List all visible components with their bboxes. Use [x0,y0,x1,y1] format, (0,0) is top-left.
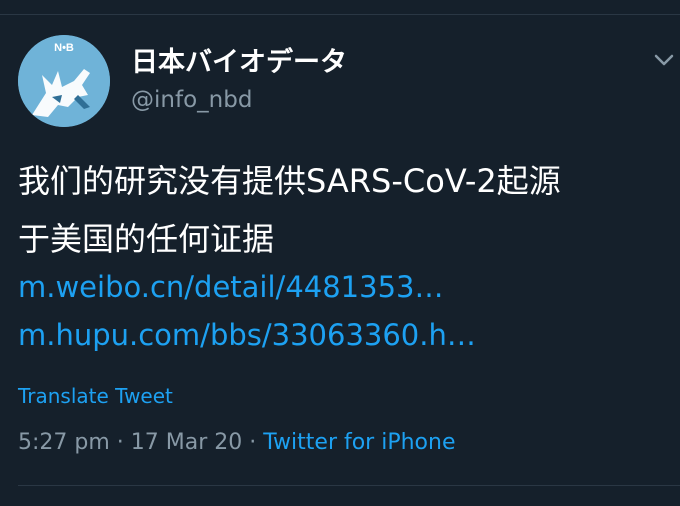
top-divider [0,14,680,15]
tweet-link-weibo[interactable]: m.weibo.cn/detail/4481353… [18,270,443,304]
meta-separator: · [242,430,264,455]
tweet-link-hupu[interactable]: m.hupu.com/bbs/33063360.h… [18,318,476,352]
avatar-text: N•B [54,42,74,54]
avatar[interactable]: N•B [18,35,110,127]
chevron-down-icon[interactable] [653,52,675,68]
bottom-divider [18,485,680,486]
tweet-text-line: 于美国的任何证据 [18,220,275,258]
translate-tweet-link[interactable]: Translate Tweet [18,384,173,408]
tweet-card: N•B 日本バイオデータ @info_nbd 我们的研究没有提供SARS-CoV… [0,0,680,506]
tweet-source-link[interactable]: Twitter for iPhone [263,430,455,455]
meta-separator: · [109,430,131,455]
tweet-date: 17 Mar 20 [130,430,243,455]
tweet-text-line: 我们的研究没有提供SARS-CoV-2起源 [18,162,561,200]
tweet-time: 5:27 pm [18,430,110,455]
handle[interactable]: @info_nbd [131,87,252,113]
tweet-text: 我们的研究没有提供SARS-CoV-2起源 于美国的任何证据 [18,152,668,268]
bird-logo-avatar-icon: N•B [18,35,110,127]
display-name[interactable]: 日本バイオデータ [131,40,347,79]
tweet-meta: 5:27 pm · 17 Mar 20 · Twitter for iPhone [18,430,455,455]
